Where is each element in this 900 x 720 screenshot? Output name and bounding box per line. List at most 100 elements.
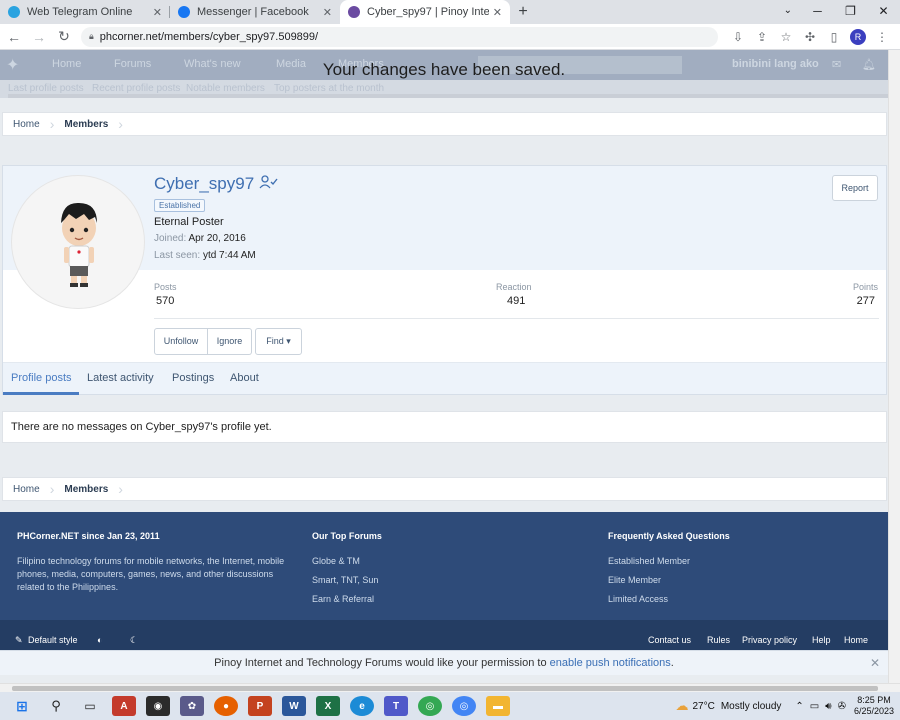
- edge-icon[interactable]: e: [350, 696, 374, 716]
- file-explorer-icon[interactable]: ▬: [486, 696, 510, 716]
- member-badge: Established: [154, 199, 206, 212]
- tab-profile-posts[interactable]: Profile posts: [11, 372, 72, 384]
- scroll-thumb[interactable]: [12, 686, 878, 691]
- moon-icon[interactable]: ☾: [130, 635, 138, 646]
- firefox-icon[interactable]: ●: [214, 696, 238, 716]
- clock[interactable]: 8:25 PM 6/25/2023: [854, 695, 894, 717]
- app-icon[interactable]: A: [112, 696, 136, 716]
- subnav-item[interactable]: Notable members: [186, 83, 265, 94]
- close-icon[interactable]: ✕: [323, 6, 332, 19]
- tab-telegram[interactable]: Web Telegram Online ✕: [0, 0, 170, 24]
- chevron-up-icon[interactable]: ⌃: [795, 701, 803, 712]
- weather-icon[interactable]: ☁: [675, 698, 688, 714]
- close-icon[interactable]: ✕: [870, 651, 880, 675]
- footer-link[interactable]: Smart, TNT, Sun: [312, 574, 512, 587]
- active-tab-indicator: [3, 392, 79, 395]
- style-chooser[interactable]: Default style: [28, 635, 78, 645]
- weather-condition[interactable]: Mostly cloudy: [721, 701, 782, 712]
- footer-link-help[interactable]: Help: [812, 635, 831, 645]
- footer-heading: PHCorner.NET since Jan 23, 2011: [17, 531, 160, 541]
- task-view-icon[interactable]: ▭: [78, 696, 102, 716]
- joined-date: Joined: Apr 20, 2016: [154, 233, 246, 244]
- toggle-icon[interactable]: ◐: [97, 635, 102, 645]
- site-footer: PHCorner.NET since Jan 23, 2011 Filipino…: [0, 512, 888, 620]
- weather-temp[interactable]: 27°C: [692, 701, 714, 712]
- breadcrumb: Home › Members ›: [2, 112, 887, 136]
- wifi-icon[interactable]: ✇: [838, 701, 846, 712]
- tab-postings[interactable]: Postings: [172, 372, 214, 384]
- close-window-icon[interactable]: ✕: [867, 0, 900, 24]
- system-tray: ☁ 27°C Mostly cloudy ⌃ ▭ 🔊︎ ✇ 8:25 PM 6/…: [675, 692, 894, 720]
- stat-reaction-value: 491: [507, 295, 526, 307]
- horizontal-scrollbar[interactable]: [0, 683, 900, 692]
- excel-icon[interactable]: X: [316, 696, 340, 716]
- subnav-item[interactable]: Recent profile posts: [92, 83, 180, 94]
- footer-link-contact[interactable]: Contact us: [648, 635, 691, 645]
- footer-link[interactable]: Earn & Referral: [312, 593, 512, 606]
- subnav-item[interactable]: Last profile posts: [8, 83, 84, 94]
- footer-link-home[interactable]: Home: [844, 635, 868, 645]
- stat-points-value[interactable]: 277: [857, 295, 875, 307]
- breadcrumb-members[interactable]: Members: [54, 119, 118, 130]
- footer-link[interactable]: Established Member: [608, 555, 848, 568]
- tab-search-icon[interactable]: ⌄: [784, 0, 792, 22]
- close-icon[interactable]: ✕: [493, 6, 502, 19]
- lock-icon[interactable]: 🔒︎: [89, 31, 94, 42]
- tab-phcorner[interactable]: Cyber_spy97 | Pinoy Internet and ✕: [340, 0, 510, 24]
- volume-icon[interactable]: 🔊︎: [825, 701, 831, 712]
- footer-link[interactable]: Globe & TM: [312, 555, 512, 568]
- breadcrumb-members[interactable]: Members: [54, 484, 118, 495]
- window-controls: ─ ❐ ✕: [801, 0, 900, 24]
- extensions-icon[interactable]: ✣: [798, 30, 822, 44]
- footer-link[interactable]: Elite Member: [608, 574, 848, 587]
- chrome-icon[interactable]: ◎: [418, 696, 442, 716]
- breadcrumb-home[interactable]: Home: [3, 484, 50, 495]
- breadcrumb-home[interactable]: Home: [3, 119, 50, 130]
- windows-start-icon[interactable]: ⊞: [10, 696, 34, 716]
- tab-about[interactable]: About: [230, 372, 259, 384]
- reload-icon[interactable]: ↻: [53, 28, 75, 45]
- menu-icon[interactable]: ⋮: [870, 30, 894, 44]
- windows-taskbar: ⊞ ⚲ ▭ A ◉ ✿ ● P W X e T ◎ ◎ ▬ ☁ 27°C Mos…: [0, 692, 900, 720]
- footer-description: Filipino technology forums for mobile ne…: [17, 556, 285, 592]
- stat-posts-value[interactable]: 570: [156, 295, 174, 307]
- ignore-button[interactable]: Ignore: [208, 328, 252, 355]
- phcorner-icon: [348, 6, 360, 18]
- push-text: Pinoy Internet and Technology Forums wou…: [214, 657, 547, 669]
- enable-push-link[interactable]: enable push notifications: [550, 657, 671, 669]
- footer-faq: Frequently Asked Questions Established M…: [608, 531, 848, 612]
- app-icon[interactable]: ◉: [146, 696, 170, 716]
- footer-link-rules[interactable]: Rules: [707, 635, 730, 645]
- network-icon[interactable]: ▭: [810, 701, 819, 712]
- side-panel-icon[interactable]: ▯: [822, 30, 846, 44]
- footer-link-privacy[interactable]: Privacy policy: [742, 635, 797, 645]
- avatar[interactable]: [11, 175, 145, 309]
- maximize-icon[interactable]: ❐: [834, 0, 867, 24]
- address-bar[interactable]: 🔒︎ phcorner.net/members/cyber_spy97.5098…: [81, 26, 718, 47]
- back-icon[interactable]: ←: [3, 29, 25, 45]
- forward-icon[interactable]: →: [28, 29, 50, 45]
- footer-link[interactable]: Limited Access: [608, 593, 848, 606]
- install-icon[interactable]: ⇩: [726, 30, 750, 44]
- profile-avatar[interactable]: R: [850, 28, 866, 45]
- tab-latest-activity[interactable]: Latest activity: [87, 372, 154, 384]
- last-seen: Last seen: ytd 7:44 AM: [154, 250, 256, 261]
- unfollow-button[interactable]: Unfollow: [154, 328, 208, 355]
- profile-username: Cyber_spy97: [154, 174, 255, 193]
- find-button[interactable]: Find ▾: [255, 328, 302, 355]
- app-icon[interactable]: ✿: [180, 696, 204, 716]
- close-icon[interactable]: ✕: [153, 6, 162, 19]
- teams-icon[interactable]: T: [384, 696, 408, 716]
- word-icon[interactable]: W: [282, 696, 306, 716]
- bookmark-star-icon[interactable]: ☆: [774, 30, 798, 44]
- share-icon[interactable]: ⇪: [750, 30, 774, 44]
- powerpoint-icon[interactable]: P: [248, 696, 272, 716]
- chrome-icon[interactable]: ◎: [452, 696, 476, 716]
- search-icon[interactable]: ⚲: [44, 696, 68, 716]
- new-tab-button[interactable]: +: [510, 0, 536, 24]
- report-button[interactable]: Report: [832, 175, 878, 201]
- subnav-item[interactable]: Top posters at the month: [274, 83, 384, 94]
- minimize-icon[interactable]: ─: [801, 0, 834, 24]
- tab-messenger[interactable]: Messenger | Facebook ✕: [170, 0, 340, 24]
- vertical-scrollbar[interactable]: [888, 50, 900, 683]
